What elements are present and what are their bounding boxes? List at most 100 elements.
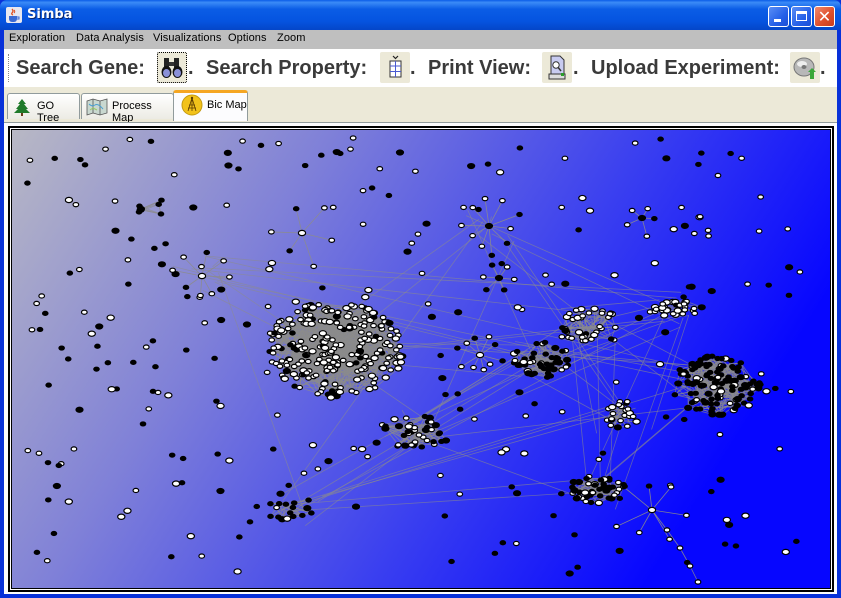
gene-node[interactable]: [508, 484, 516, 490]
gene-node[interactable]: [383, 360, 391, 366]
gene-node[interactable]: [282, 367, 291, 375]
gene-node[interactable]: [714, 369, 721, 375]
gene-node[interactable]: [703, 372, 711, 378]
gene-node[interactable]: [290, 363, 298, 370]
gene-node[interactable]: [345, 324, 353, 331]
gene-node[interactable]: [242, 321, 252, 328]
gene-node[interactable]: [582, 338, 589, 344]
gene-node[interactable]: [666, 536, 673, 542]
gene-node[interactable]: [589, 489, 597, 496]
gene-node[interactable]: [585, 481, 592, 487]
gene-node[interactable]: [714, 355, 721, 362]
gene-node[interactable]: [378, 364, 388, 372]
gene-node[interactable]: [296, 384, 304, 391]
gene-node[interactable]: [106, 314, 115, 321]
gene-node[interactable]: [310, 263, 318, 270]
gene-node[interactable]: [55, 462, 63, 469]
gene-node[interactable]: [787, 388, 795, 395]
gene-node[interactable]: [284, 325, 292, 332]
gene-node[interactable]: [738, 155, 746, 162]
gene-node[interactable]: [512, 490, 522, 497]
gene-node[interactable]: [329, 359, 337, 366]
gene-node[interactable]: [594, 499, 604, 507]
gene-node[interactable]: [253, 503, 261, 510]
gene-node[interactable]: [203, 249, 211, 256]
gene-node[interactable]: [414, 231, 422, 237]
gene-node[interactable]: [308, 348, 317, 355]
gene-node[interactable]: [557, 491, 565, 497]
gene-node[interactable]: [575, 227, 582, 233]
gene-node[interactable]: [319, 359, 329, 366]
gene-node[interactable]: [613, 424, 622, 431]
gene-node[interactable]: [130, 359, 137, 366]
gene-node[interactable]: [498, 261, 506, 267]
gene-node[interactable]: [43, 558, 51, 564]
gene-node[interactable]: [320, 205, 328, 211]
gene-node[interactable]: [268, 337, 276, 343]
gene-node[interactable]: [72, 201, 80, 208]
gene-node[interactable]: [624, 406, 632, 412]
gene-node[interactable]: [169, 267, 176, 273]
gene-node[interactable]: [757, 194, 765, 200]
gene-node[interactable]: [213, 398, 220, 404]
gene-node[interactable]: [470, 364, 477, 371]
gene-node[interactable]: [36, 326, 44, 333]
gene-node[interactable]: [558, 334, 566, 340]
gene-node[interactable]: [385, 192, 393, 199]
gene-node[interactable]: [126, 136, 134, 143]
gene-node[interactable]: [598, 310, 606, 316]
gene-node[interactable]: [328, 308, 336, 314]
gene-node[interactable]: [45, 382, 52, 388]
gene-node[interactable]: [288, 321, 296, 327]
gene-node[interactable]: [793, 538, 800, 544]
gene-node[interactable]: [659, 301, 667, 307]
gene-node[interactable]: [307, 320, 316, 328]
gene-node[interactable]: [142, 344, 150, 350]
gene-node[interactable]: [561, 327, 570, 334]
menu-data-analysis[interactable]: Data Analysis: [76, 32, 144, 44]
gene-node[interactable]: [475, 206, 482, 213]
gene-node[interactable]: [727, 150, 734, 157]
gene-node[interactable]: [386, 343, 394, 349]
gene-node[interactable]: [781, 548, 790, 556]
gene-node[interactable]: [480, 366, 488, 373]
gene-node[interactable]: [519, 358, 528, 366]
gene-node[interactable]: [526, 359, 534, 366]
gene-node[interactable]: [269, 446, 277, 452]
gene-node[interactable]: [463, 340, 471, 346]
gene-node[interactable]: [64, 196, 74, 204]
gene-node[interactable]: [151, 245, 158, 251]
gene-node[interactable]: [275, 514, 282, 520]
gene-node[interactable]: [287, 342, 294, 348]
gene-node[interactable]: [696, 213, 704, 220]
gene-node[interactable]: [359, 221, 367, 227]
gene-node[interactable]: [533, 340, 540, 347]
gene-node[interactable]: [336, 324, 344, 331]
gene-node[interactable]: [691, 310, 699, 317]
gene-node[interactable]: [277, 327, 286, 334]
gene-node[interactable]: [632, 418, 641, 425]
gene-node[interactable]: [542, 272, 549, 278]
gene-node[interactable]: [442, 391, 449, 398]
gene-node[interactable]: [579, 313, 587, 319]
gene-node[interactable]: [66, 270, 74, 276]
menu-options[interactable]: Options: [228, 32, 267, 44]
gene-node[interactable]: [104, 360, 112, 366]
gene-node[interactable]: [286, 356, 294, 363]
gene-node[interactable]: [302, 352, 310, 359]
gene-node[interactable]: [561, 155, 569, 162]
gene-node[interactable]: [438, 374, 447, 382]
gene-node[interactable]: [292, 206, 300, 212]
gene-node[interactable]: [224, 162, 233, 169]
gene-node[interactable]: [701, 354, 710, 361]
gene-node[interactable]: [732, 543, 740, 549]
gene-node[interactable]: [644, 205, 652, 212]
gene-node[interactable]: [613, 523, 620, 530]
gene-node[interactable]: [396, 353, 405, 360]
gene-node[interactable]: [497, 449, 506, 456]
gene-node[interactable]: [370, 380, 378, 386]
gene-node[interactable]: [628, 207, 636, 214]
gene-node[interactable]: [469, 232, 477, 239]
gene-node[interactable]: [385, 319, 394, 327]
gene-node[interactable]: [746, 396, 754, 402]
